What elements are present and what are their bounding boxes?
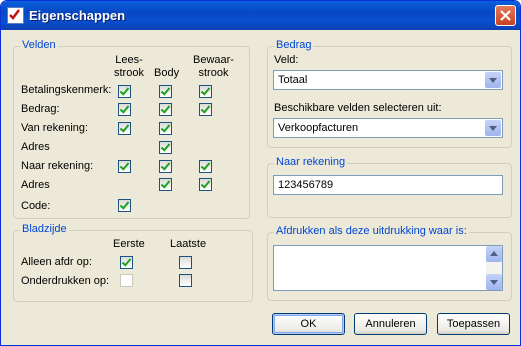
col-header-body: Body	[154, 67, 180, 79]
afdrukken-legend: Afdrukken als deze uitdrukking waar is:	[274, 225, 469, 237]
afdrukken-expression-textarea[interactable]	[273, 245, 503, 291]
naar-rekening-legend: Naar rekening	[274, 156, 348, 168]
row-label-adres-1: Adres	[21, 141, 50, 153]
van-rekening-leesstrook-checkbox[interactable]	[118, 122, 131, 135]
col-header-eerste: Eerste	[113, 238, 145, 250]
naar-rekening-leesstrook-checkbox[interactable]	[118, 160, 131, 173]
naar-rekening-body-checkbox[interactable]	[159, 160, 172, 173]
row-label-code: Code:	[21, 200, 51, 212]
row-label-van-rekening: Van rekening:	[21, 122, 89, 134]
code-leesstrook-checkbox[interactable]	[118, 199, 131, 212]
bedrag-leesstrook-checkbox[interactable]	[118, 103, 131, 116]
bladzijde-legend: Bladzijde	[20, 223, 69, 235]
bedrag-legend: Bedrag	[274, 39, 314, 51]
onderdrukken-eerste-checkbox	[120, 274, 133, 287]
betalingskenmerk-leesstrook-checkbox[interactable]	[118, 85, 131, 98]
beschikbare-velden-select[interactable]: Verkoopfacturen	[273, 118, 503, 138]
veld-label: Veld:	[274, 54, 299, 66]
row-label-betalingskenmerk: Betalingskenmerk:	[21, 84, 112, 96]
beschikbare-velden-value: Verkoopfacturen	[278, 122, 359, 134]
col-header-bewaarstrook: Bewaar-strook	[193, 54, 234, 79]
col-header-laatste: Laatste	[170, 238, 207, 250]
alleen-afdr-laatste-checkbox[interactable]	[179, 256, 192, 269]
row-label-bedrag: Bedrag:	[21, 103, 60, 115]
scroll-down-icon[interactable]	[486, 274, 502, 290]
velden-legend: Velden	[20, 39, 58, 51]
adres-2-bewaarstrook-checkbox[interactable]	[199, 178, 212, 191]
bedrag-body-checkbox[interactable]	[159, 103, 172, 116]
title-bar[interactable]: Eigenschappen	[1, 1, 520, 30]
checkmark-icon	[7, 7, 24, 24]
properties-dialog: Eigenschappen Velden Lees-strook Body Be…	[0, 0, 521, 346]
ok-button[interactable]: OK	[272, 313, 345, 335]
adres-1-body-checkbox[interactable]	[159, 141, 172, 154]
ok-button-label: OK	[300, 318, 317, 330]
row-label-adres-2: Adres	[21, 179, 50, 191]
alleen-afdr-eerste-checkbox[interactable]	[120, 256, 133, 269]
close-icon	[500, 10, 511, 21]
annuleren-button[interactable]: Annuleren	[354, 313, 427, 335]
naar-rekening-value: 123456789	[278, 179, 334, 191]
naar-rekening-bewaarstrook-checkbox[interactable]	[199, 160, 212, 173]
betalingskenmerk-body-checkbox[interactable]	[159, 85, 172, 98]
textarea-scrollbar[interactable]	[486, 246, 502, 290]
onderdrukken-laatste-checkbox[interactable]	[179, 274, 192, 287]
scroll-up-icon[interactable]	[486, 246, 502, 262]
betalingskenmerk-bewaarstrook-checkbox[interactable]	[199, 85, 212, 98]
adres-2-body-checkbox[interactable]	[159, 178, 172, 191]
van-rekening-body-checkbox[interactable]	[159, 122, 172, 135]
veld-select-value: Totaal	[278, 74, 308, 86]
chevron-down-icon[interactable]	[485, 120, 501, 136]
window-title: Eigenschappen	[29, 8, 126, 23]
close-button[interactable]	[495, 5, 516, 26]
toepassen-button[interactable]: Toepassen	[437, 313, 510, 335]
row-label-alleen-afdr-op: Alleen afdr op:	[21, 256, 92, 268]
row-label-onderdrukken-op: Onderdrukken op:	[21, 275, 110, 287]
col-header-leesstrook: Lees-strook	[114, 54, 144, 79]
row-label-naar-rekening: Naar rekening:	[21, 160, 94, 172]
chevron-down-icon[interactable]	[485, 72, 501, 88]
bedrag-bewaarstrook-checkbox[interactable]	[199, 103, 212, 116]
annuleren-button-label: Annuleren	[365, 318, 416, 330]
naar-rekening-input[interactable]: 123456789	[273, 175, 503, 195]
toepassen-button-label: Toepassen	[446, 318, 501, 330]
beschikbare-velden-label: Beschikbare velden selecteren uit:	[274, 102, 442, 114]
veld-select[interactable]: Totaal	[273, 70, 503, 90]
